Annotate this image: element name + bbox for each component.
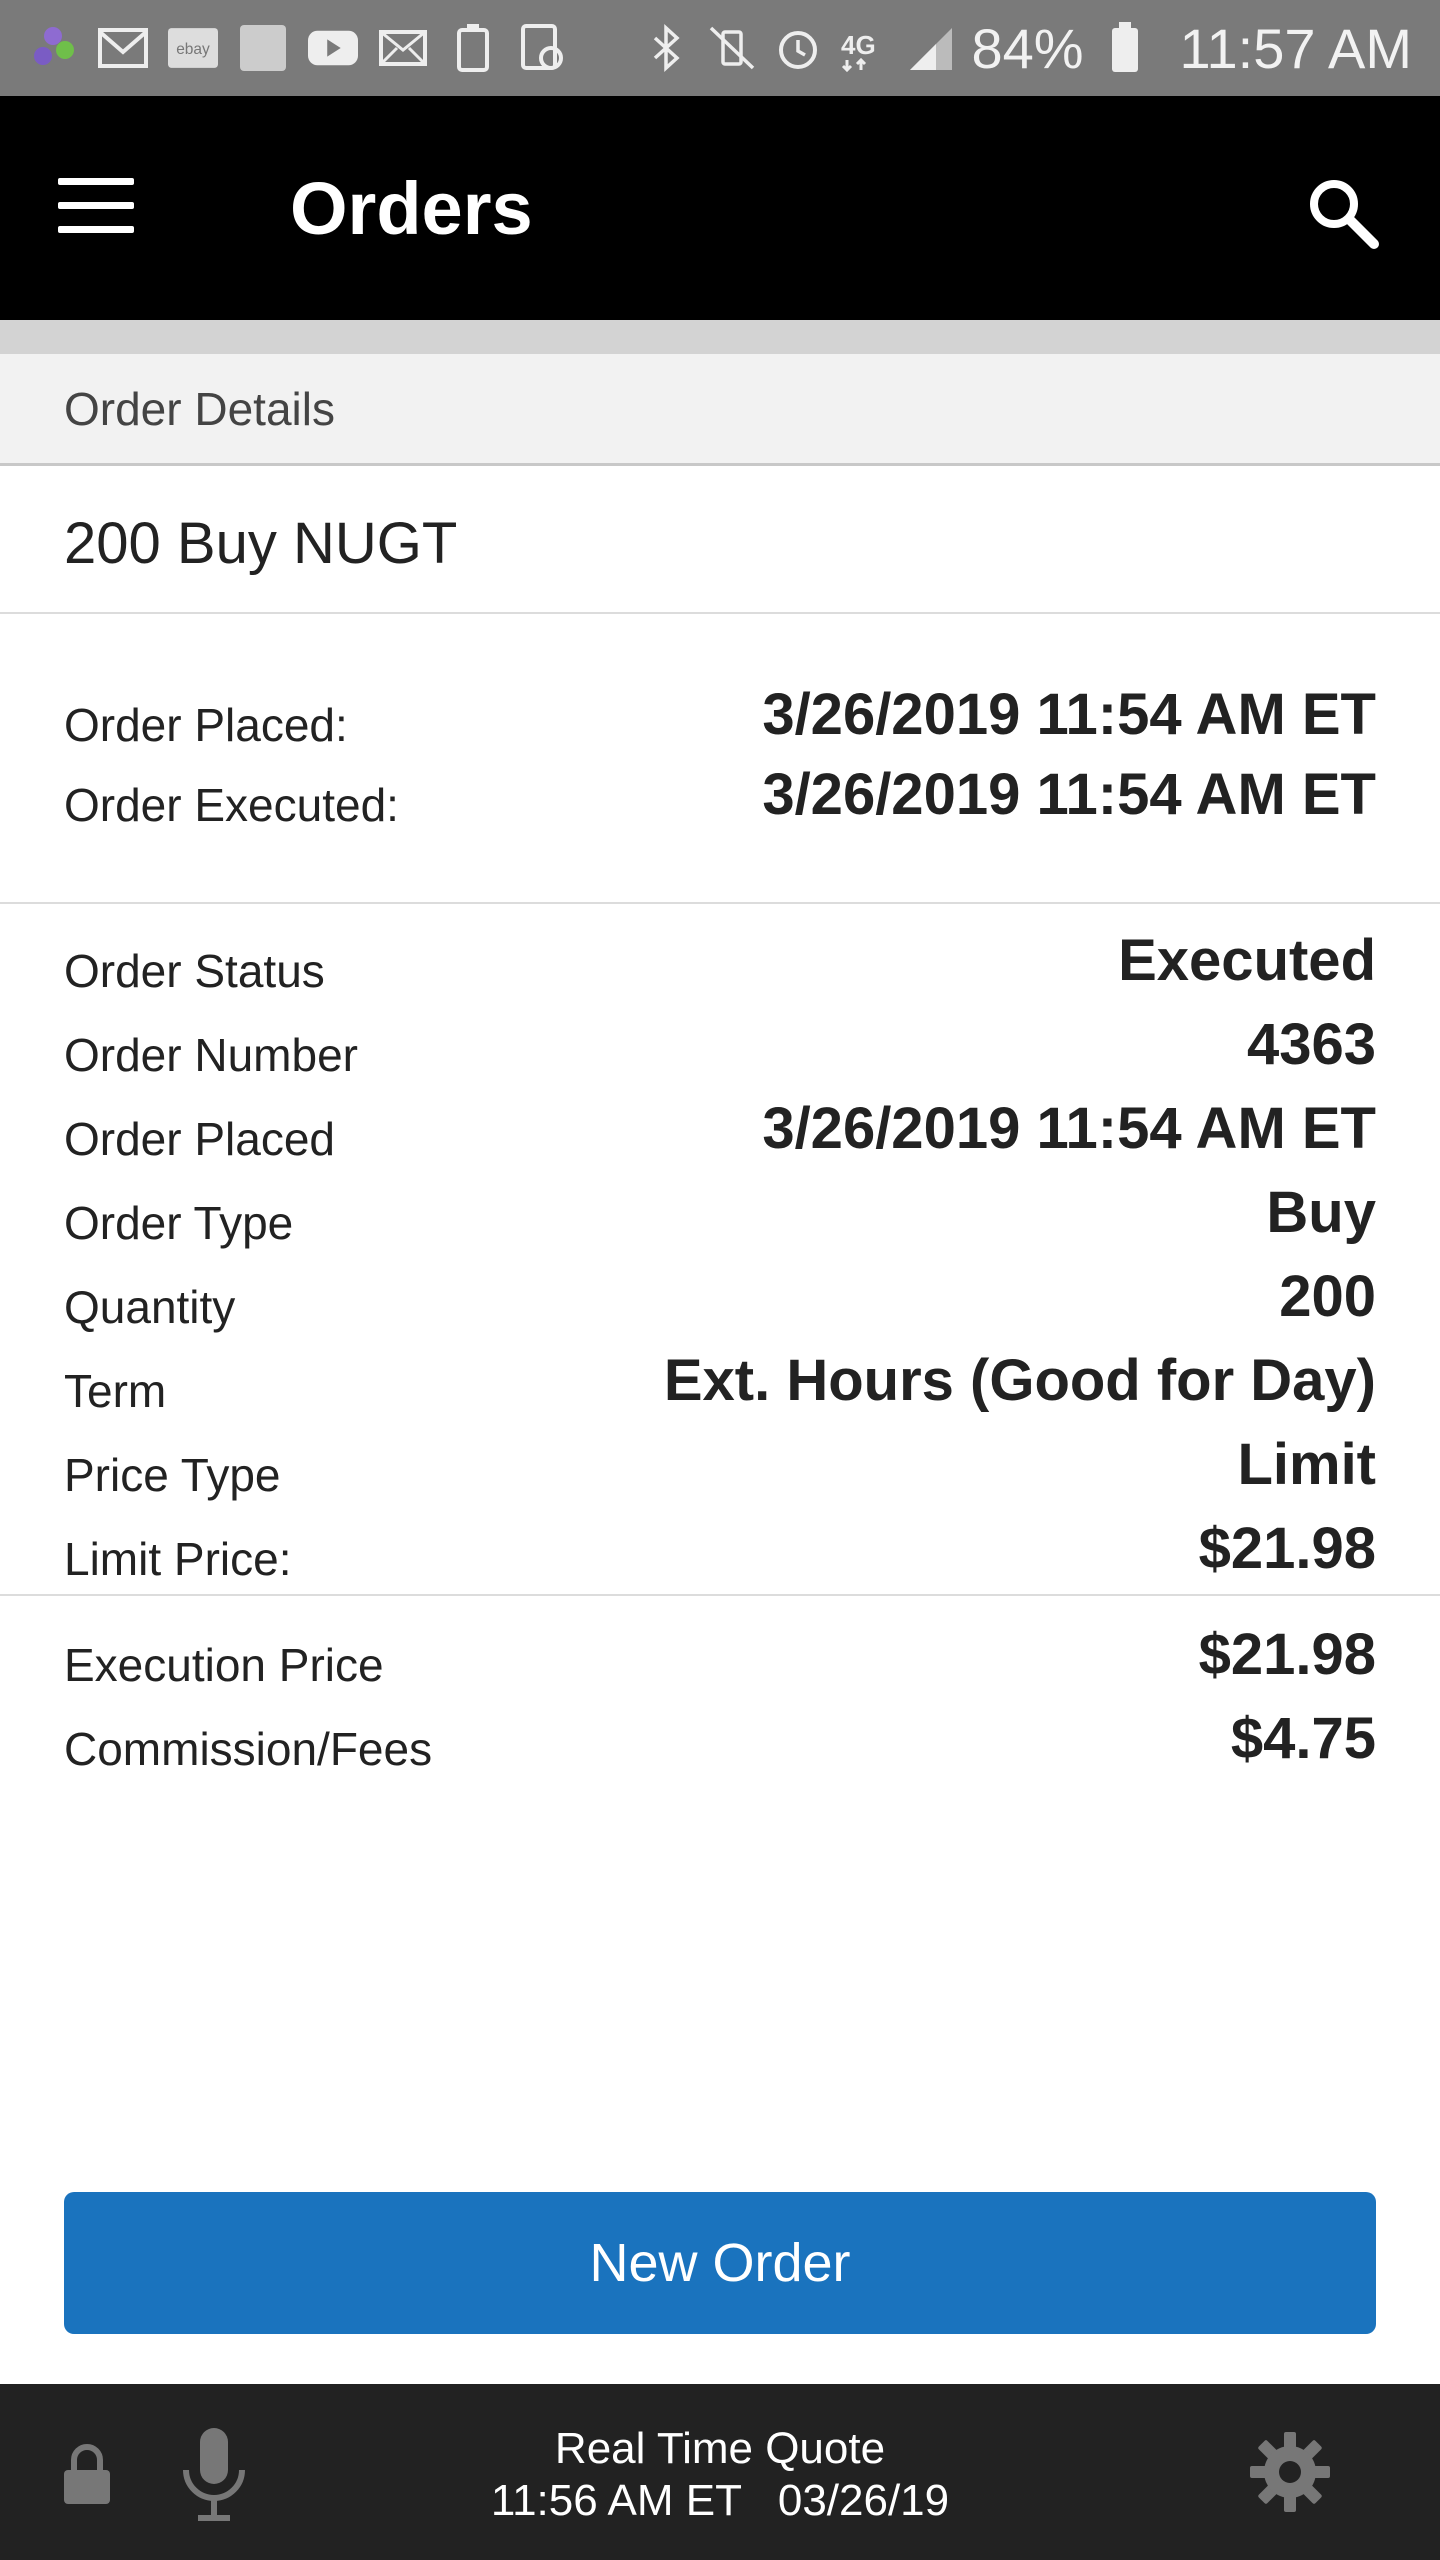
signal-icon xyxy=(905,23,955,73)
quote-title: Real Time Quote xyxy=(554,2424,886,2473)
detail-label: Commission/Fees xyxy=(64,1723,433,1775)
detail-row-limit-price: Limit Price: $21.98 xyxy=(64,1506,1376,1586)
detail-label: Execution Price xyxy=(64,1639,384,1691)
status-time: 11:57 AM xyxy=(1179,16,1412,80)
section-header: Order Details xyxy=(0,354,1440,466)
divider xyxy=(0,612,1440,614)
bluetooth-icon xyxy=(641,23,691,73)
detail-label: Order Placed xyxy=(64,1113,336,1165)
detail-row-quantity: Quantity 200 xyxy=(64,1254,1376,1334)
detail-value: 3/26/2019 11:54 AM ET xyxy=(762,762,1376,827)
divider xyxy=(0,902,1440,904)
search-icon[interactable] xyxy=(1304,174,1380,250)
detail-row-order-placed: Order Placed 3/26/2019 11:54 AM ET xyxy=(64,1086,1376,1166)
vibrate-mute-icon xyxy=(707,23,757,73)
detail-label: Order Status xyxy=(64,945,325,997)
menu-icon[interactable] xyxy=(58,178,134,234)
page-title: Orders xyxy=(290,167,533,250)
battery-icon xyxy=(1100,22,1150,73)
detail-row-term: Term Ext. Hours (Good for Day) xyxy=(64,1338,1376,1418)
detail-value: 3/26/2019 11:54 AM ET xyxy=(762,682,1376,747)
detail-row-execution-price: Execution Price $21.98 xyxy=(64,1612,1376,1692)
screenshot-icon xyxy=(518,23,568,73)
gmail-icon xyxy=(98,23,148,73)
detail-row-commission-fees: Commission/Fees $4.75 xyxy=(64,1696,1376,1776)
detail-label: Order Placed: xyxy=(64,699,348,751)
detail-label: Quantity xyxy=(64,1281,236,1333)
youtube-icon xyxy=(308,23,358,73)
detail-value: 4363 xyxy=(1246,1012,1376,1077)
alarm-icon xyxy=(773,23,823,73)
divider xyxy=(0,320,1440,354)
ebay-icon: ebay xyxy=(168,23,218,73)
detail-value: Executed xyxy=(1118,928,1376,993)
svg-text:4G: 4G xyxy=(841,30,876,60)
detail-label: Price Type xyxy=(64,1449,281,1501)
order-headline: 200 Buy NUGT xyxy=(64,511,458,576)
battery-saver-icon xyxy=(448,23,498,73)
detail-value: $4.75 xyxy=(1230,1706,1376,1771)
detail-row-order-type: Order Type Buy xyxy=(64,1170,1376,1250)
new-order-button[interactable]: New Order xyxy=(64,2192,1376,2334)
4g-lte-icon: 4G xyxy=(839,23,889,73)
notification-icons: ebay xyxy=(28,23,568,73)
detail-value: Limit xyxy=(1237,1432,1376,1497)
detail-row-order-placed-time: Order Placed: 3/26/2019 11:54 AM ET xyxy=(64,672,1376,752)
detail-label: Order Number xyxy=(64,1029,358,1081)
detail-value: 200 xyxy=(1279,1264,1376,1329)
detail-value: $21.98 xyxy=(1198,1516,1376,1581)
battery-percent: 84% xyxy=(971,16,1084,80)
divider xyxy=(0,1594,1440,1596)
detail-value: Buy xyxy=(1266,1180,1376,1245)
detail-label: Order Type xyxy=(64,1197,294,1249)
detail-label: Order Executed: xyxy=(64,779,399,831)
pinwheel-icon xyxy=(28,23,78,73)
detail-label: Limit Price: xyxy=(64,1533,292,1585)
app-bar: Orders xyxy=(0,96,1440,320)
detail-row-order-number: Order Number 4363 xyxy=(64,1002,1376,1082)
system-icons: 4G 84% 11:57 AM xyxy=(641,16,1412,81)
section-header-label: Order Details xyxy=(64,383,335,435)
detail-value: Ext. Hours (Good for Day) xyxy=(663,1348,1376,1413)
bottom-bar: Real Time Quote 11:56 AM ET 03/26/19 xyxy=(0,2384,1440,2560)
detail-value: 3/26/2019 11:54 AM ET xyxy=(762,1096,1376,1161)
gear-icon[interactable] xyxy=(1248,2430,1332,2514)
svg-text:ebay: ebay xyxy=(176,41,210,58)
detail-row-price-type: Price Type Limit xyxy=(64,1422,1376,1502)
detail-value: $21.98 xyxy=(1198,1622,1376,1687)
status-bar: ebay 4G 84% 11:57 AM xyxy=(0,0,1440,96)
detail-label: Term xyxy=(64,1365,167,1417)
detail-row-order-status: Order Status Executed xyxy=(64,918,1376,998)
mail-icon xyxy=(378,23,428,73)
detail-row-order-executed-time: Order Executed: 3/26/2019 11:54 AM ET xyxy=(64,752,1376,832)
quote-timestamp: 11:56 AM ET 03/26/19 xyxy=(490,2476,950,2525)
bible-icon xyxy=(238,23,288,73)
